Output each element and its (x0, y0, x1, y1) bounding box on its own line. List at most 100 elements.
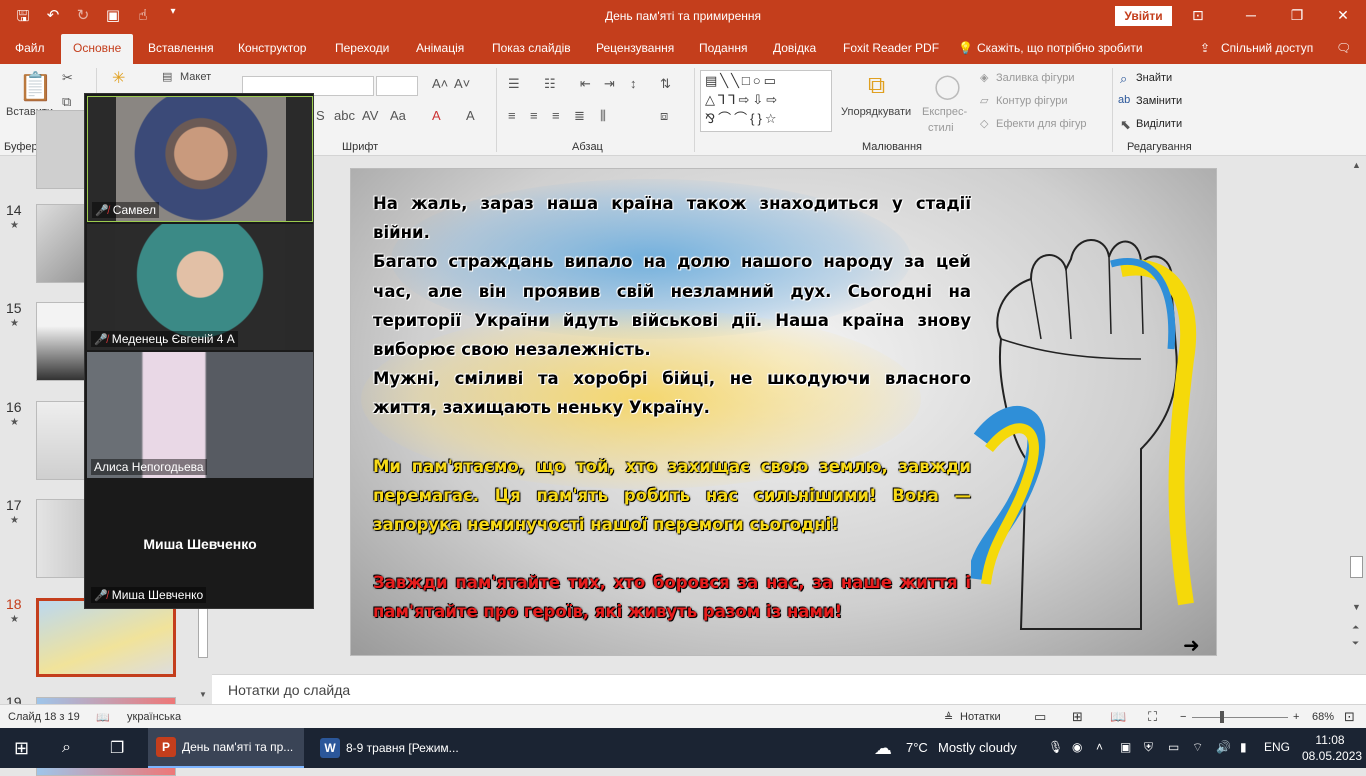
font-color-icon[interactable]: A (432, 108, 441, 123)
video-call-panel[interactable]: 🎤̸ Самвел 🎤̸ Меденець Євгеній 4 А Алиса … (84, 93, 314, 609)
find-icon[interactable]: ⌕ (1120, 71, 1127, 87)
font-size-box[interactable] (376, 76, 418, 96)
taskbar-app-powerpoint[interactable]: P День пам'яті та пр... (148, 728, 304, 768)
participant-tile[interactable]: 🎤̸ Самвел (87, 96, 313, 222)
tab-design[interactable]: Конструктор (238, 41, 306, 55)
slide-text-box[interactable]: На жаль, зараз наша країна також знаходи… (373, 189, 971, 627)
search-icon[interactable]: ⌕ (62, 728, 71, 768)
notes-pane[interactable]: Нотатки до слайда (212, 674, 1366, 704)
tab-transitions[interactable]: Переходи (335, 41, 389, 55)
notes-toggle-button[interactable]: Нотатки (960, 711, 1001, 723)
start-icon[interactable]: ⊞ (14, 728, 29, 768)
clear-format-icon[interactable]: A (466, 108, 475, 123)
comments-icon[interactable]: 🗨 (1336, 41, 1351, 55)
zoom-out-icon[interactable]: − (1180, 711, 1186, 723)
sign-in-button[interactable]: Увійти (1115, 6, 1172, 26)
layout-button[interactable]: Макет (180, 71, 211, 83)
char-spacing-icon[interactable]: AV (362, 108, 378, 123)
increase-font-icon[interactable]: A˄ (432, 76, 448, 91)
system-clock[interactable]: 11:08 08.05.2023 (1302, 732, 1362, 764)
ribbon-display-options-icon[interactable]: ⊡ (1192, 7, 1204, 24)
strikethrough-icon[interactable]: abc (334, 108, 355, 123)
select-button[interactable]: Виділити (1136, 118, 1182, 130)
slide-thumbnail-18[interactable] (36, 598, 176, 677)
weather-desc[interactable]: Mostly cloudy (938, 740, 1017, 755)
scroll-down-icon[interactable]: ▼ (1352, 602, 1361, 612)
tab-foxit[interactable]: Foxit Reader PDF (843, 41, 939, 55)
shadow-icon[interactable]: S (316, 108, 325, 123)
line-spacing-icon[interactable]: ↕ (630, 76, 637, 91)
smartart-icon[interactable]: ⧈ (660, 108, 668, 124)
align-center-icon[interactable]: ≡ (530, 108, 538, 123)
participant-tile[interactable]: 🎤̸ Меденець Євгеній 4 А (87, 224, 313, 350)
justify-icon[interactable]: ≣ (574, 108, 585, 124)
align-right-icon[interactable]: ≡ (552, 108, 560, 123)
shape-fill-icon[interactable]: ◈ (980, 71, 988, 84)
text-direction-icon[interactable]: ⇅ (660, 76, 671, 92)
input-language[interactable]: ENG (1264, 740, 1290, 754)
spelling-icon[interactable]: 📖 (96, 711, 110, 724)
normal-view-icon[interactable]: ▭ (1034, 709, 1046, 725)
current-slide[interactable]: На жаль, зараз наша країна також знаходи… (350, 168, 1217, 656)
find-button[interactable]: Знайти (1136, 72, 1172, 84)
tab-file[interactable]: Файл (15, 41, 45, 55)
taskbar-app-word[interactable]: W 8-9 травня [Режим... (312, 728, 468, 768)
slide-scroll-thumb[interactable] (1350, 556, 1363, 578)
increase-indent-icon[interactable]: ⇥ (604, 76, 615, 92)
app-tray-icon[interactable]: ▣ (1120, 740, 1131, 754)
share-button[interactable]: Спільний доступ (1221, 41, 1313, 55)
shapes-gallery[interactable]: ▤╲╲□○▭ △⅂⅂⇨⇩⇨ ⅋⌒⌒{}☆ (700, 70, 832, 132)
scroll-down-icon[interactable]: ▼ (199, 690, 207, 699)
decrease-font-icon[interactable]: A˅ (454, 76, 470, 91)
zoom-slider-knob[interactable] (1220, 711, 1224, 723)
next-slide-icon[interactable]: ⏷ (1352, 638, 1359, 649)
decrease-indent-icon[interactable]: ⇤ (580, 76, 591, 92)
language-indicator[interactable]: українська (127, 711, 181, 723)
numbering-icon[interactable]: ☷ (544, 76, 556, 92)
zoom-slider-track[interactable] (1192, 717, 1288, 718)
tab-insert[interactable]: Вставлення (148, 41, 214, 55)
paste-icon[interactable]: 📋 (18, 70, 53, 103)
replace-button[interactable]: Замінити (1136, 95, 1182, 107)
next-slide-arrow-icon[interactable]: ➜ (1183, 633, 1200, 655)
volume-icon[interactable]: 🔊 (1216, 740, 1231, 754)
shape-outline-icon[interactable]: ▱ (980, 94, 988, 107)
minimize-icon[interactable]: ─ (1228, 0, 1274, 30)
copy-icon[interactable]: ⧉ (62, 94, 71, 110)
display-icon[interactable]: ▭ (1168, 740, 1179, 754)
change-case-icon[interactable]: Aa (390, 108, 406, 123)
weather-temp[interactable]: 7°C (906, 740, 928, 755)
close-icon[interactable]: ✕ (1320, 0, 1366, 30)
tab-view[interactable]: Подання (699, 41, 747, 55)
tab-slideshow[interactable]: Показ слайдів (492, 41, 571, 55)
scroll-up-icon[interactable]: ▲ (1352, 160, 1361, 170)
layout-icon[interactable]: ▤ (162, 70, 172, 83)
task-view-icon[interactable]: ❐ (110, 728, 124, 768)
new-slide-icon[interactable]: ✳ (112, 68, 125, 88)
tab-help[interactable]: Довідка (773, 41, 816, 55)
align-left-icon[interactable]: ≡ (508, 108, 516, 123)
slideshow-view-icon[interactable]: ⛶ (1148, 709, 1157, 725)
slide-sorter-icon[interactable]: ⊞ (1072, 709, 1083, 725)
arrange-icon[interactable]: ⧉ (868, 72, 885, 100)
weather-icon[interactable]: ☁ (874, 728, 892, 768)
quick-styles-icon[interactable]: ◯ (934, 72, 961, 101)
bullets-icon[interactable]: ☰ (508, 76, 520, 92)
shape-fill-button[interactable]: Заливка фігури (996, 72, 1075, 84)
slide-scrollbar[interactable]: ▲ ▼ ⏶ ⏷ (1348, 156, 1366, 674)
shape-effects-button[interactable]: Ефекти для фігур (996, 118, 1087, 130)
quick-styles-label-2[interactable]: стилі (928, 122, 954, 134)
participant-tile[interactable]: Алиса Непогодьева (87, 352, 313, 478)
columns-icon[interactable]: ⫼ (600, 108, 606, 124)
tab-animations[interactable]: Анімація (416, 41, 464, 55)
quick-styles-label[interactable]: Експрес- (922, 106, 967, 118)
tab-review[interactable]: Рецензування (596, 41, 674, 55)
cut-icon[interactable]: ✂ (62, 70, 73, 86)
participant-tile[interactable]: Миша Шевченко 🎤̸ Миша Шевченко (87, 480, 313, 606)
shape-effects-icon[interactable]: ◇ (980, 117, 988, 130)
arrange-button[interactable]: Упорядкувати (841, 106, 911, 118)
zoom-tray-icon[interactable]: ◉ (1072, 740, 1082, 754)
zoom-level[interactable]: 68% (1312, 711, 1334, 723)
restore-icon[interactable]: ❐ (1274, 0, 1320, 30)
replace-icon[interactable]: ab (1118, 94, 1130, 106)
